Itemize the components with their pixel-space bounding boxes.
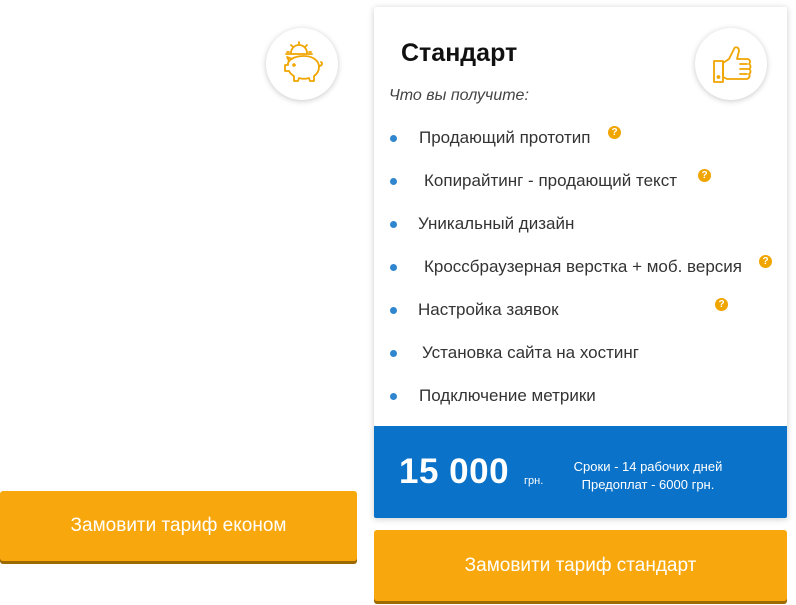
feature-label: Подключение метрики: [419, 386, 596, 405]
help-icon[interactable]: ?: [608, 126, 621, 139]
bullet-icon: [390, 178, 397, 185]
price-currency: грн.: [524, 475, 544, 487]
help-icon[interactable]: ?: [698, 169, 711, 182]
order-standard-button[interactable]: Замовити тариф стандарт: [374, 530, 787, 601]
feature-label: Кроссбраузерная верстка + моб. версия: [424, 257, 743, 276]
feature-label: Настройка заявок: [418, 300, 559, 319]
feature-label: Уникальный дизайн: [418, 214, 575, 233]
bullet-icon: [390, 350, 397, 357]
order-econom-button[interactable]: Замовити тариф економ: [0, 491, 357, 561]
bullet-icon: [390, 307, 397, 314]
feature-label: Установка сайта на хостинг: [422, 343, 639, 362]
bullet-icon: [390, 135, 397, 142]
help-icon[interactable]: ?: [715, 298, 728, 311]
piggy-bank-icon: [266, 28, 338, 100]
terms-prepayment: Предоплат - 6000 грн.: [581, 477, 715, 492]
bullet-icon: [390, 393, 397, 400]
terms-duration: Сроки - 14 рабочих дней: [573, 459, 723, 474]
bullet-icon: [390, 221, 397, 228]
price-amount: 15 000: [399, 452, 510, 491]
feature-label: Копирайтинг - продающий текст: [424, 171, 677, 190]
price-bar: 15 000 грн. Сроки - 14 рабочих дней Пред…: [374, 426, 787, 518]
feature-label: Продающий прототип: [419, 128, 591, 147]
bullet-icon: [390, 264, 397, 271]
thumbs-up-icon: [695, 28, 767, 100]
help-icon[interactable]: ?: [759, 255, 772, 268]
plan-terms: Сроки - 14 рабочих дней Предоплат - 6000…: [555, 458, 741, 494]
